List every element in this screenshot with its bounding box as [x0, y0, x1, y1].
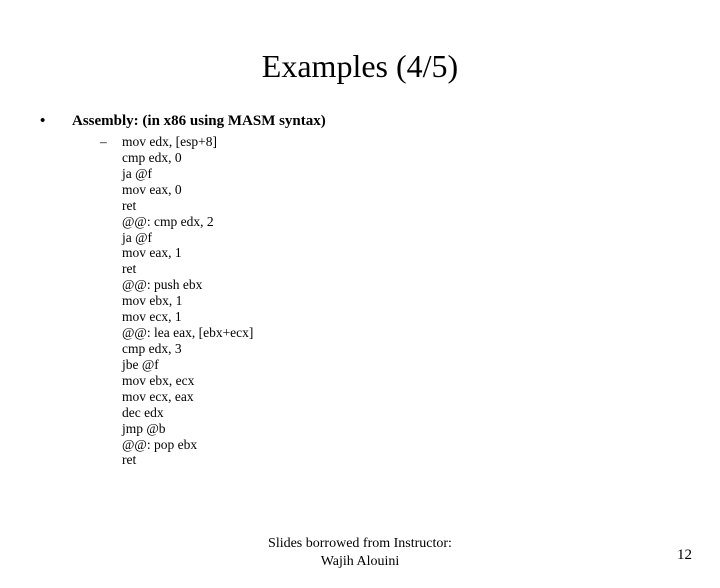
slide-title: Examples (4/5) — [0, 48, 720, 85]
bullet-label: Assembly: (in x86 using MASM syntax) — [72, 113, 326, 130]
bullet-item: • Assembly: (in x86 using MASM syntax) — [38, 113, 682, 130]
page-number: 12 — [677, 547, 692, 564]
bullet-icon: • — [38, 113, 72, 130]
dash-icon: – — [100, 134, 122, 150]
content-area: • Assembly: (in x86 using MASM syntax) –… — [0, 113, 720, 468]
sub-bullet-item: – mov edx, [esp+8] cmp edx, 0 ja @f mov … — [38, 134, 682, 468]
footer-line-1: Slides borrowed from Instructor: — [0, 535, 720, 553]
code-block: mov edx, [esp+8] cmp edx, 0 ja @f mov ea… — [122, 134, 253, 468]
footer-credit: Slides borrowed from Instructor: Wajih A… — [0, 535, 720, 570]
footer-line-2: Wajih Alouini — [0, 553, 720, 571]
